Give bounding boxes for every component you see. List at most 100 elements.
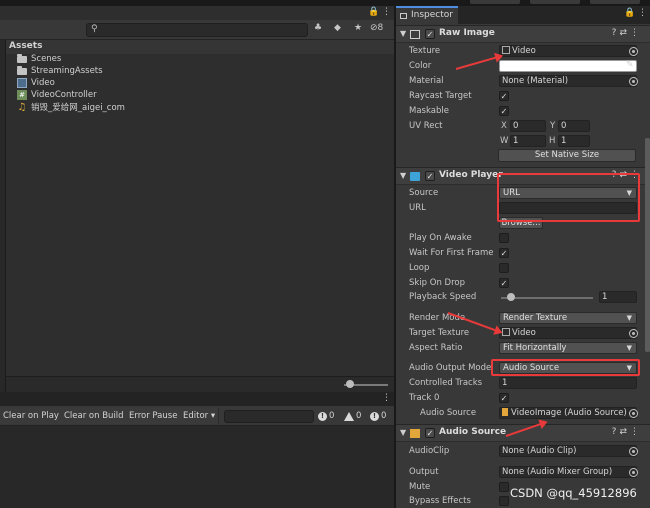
audio-source-enabled-checkbox[interactable]: ✓ [425,428,435,438]
uv-y-label: Y [550,121,556,131]
object-picker-icon[interactable] [629,468,638,477]
object-picker-icon[interactable] [629,77,638,86]
play-on-awake-checkbox[interactable] [499,233,509,243]
project-toolbar: ⚲ ♣ ◆ ★ ⊘8 [0,20,394,40]
render-mode-dropdown[interactable]: Render Texture ▼ [499,312,637,324]
raw-image-enabled-checkbox[interactable]: ✓ [425,29,435,39]
target-texture-field[interactable]: Video [499,327,637,339]
error-pause-button[interactable]: Error Pause [126,408,182,424]
asset-item-audio[interactable]: ♫ 销毁_爱给网_aigei_com [17,101,125,114]
chevron-down-icon: ▼ [626,344,632,352]
folder-icon [17,65,27,75]
output-field[interactable]: None (Audio Mixer Group) [499,466,637,478]
target-texture-value: Video [512,328,536,338]
more-menu-icon[interactable]: ⋮ [382,7,391,17]
wait-first-frame-label: Wait For First Frame [409,248,494,258]
hidden-packages-icon[interactable]: ⊘8 [370,23,383,33]
url-label: URL [409,203,426,213]
foldout-arrow-icon[interactable]: ▼ [400,171,406,180]
audio-source-ref-field[interactable]: VideoImage (Audio Source) [499,407,637,419]
more-menu-icon[interactable]: ⋮ [638,8,647,18]
controlled-tracks-field[interactable]: 1 [499,377,637,389]
color-field[interactable] [499,60,637,72]
playback-speed-field[interactable]: 1 [599,291,637,303]
inspector-scrollbar[interactable] [645,138,650,352]
asset-label: Video [31,78,55,88]
asset-item-video[interactable]: Video [17,77,55,89]
track0-checkbox[interactable]: ✓ [499,393,509,403]
icon-size-slider-handle[interactable] [346,380,354,388]
component-header-icons[interactable]: ?⇄⋮ [612,427,642,437]
raw-image-component-header[interactable]: ▼ ✓ Raw Image ?⇄⋮ [396,25,650,43]
wait-first-frame-checkbox[interactable]: ✓ [499,248,509,258]
render-mode-value: Render Texture [503,313,568,323]
toolbar-button[interactable] [530,0,580,4]
asset-label: StreamingAssets [31,66,103,76]
console-search-input[interactable] [224,410,314,423]
component-title: Audio Source [439,427,507,437]
hidden-count: 8 [377,23,384,33]
object-picker-icon[interactable] [629,47,638,56]
console-log-area[interactable] [0,426,394,508]
object-picker-icon[interactable] [629,447,638,456]
mute-checkbox[interactable] [499,482,509,492]
material-field[interactable]: None (Material) [499,75,637,87]
toolbar-button[interactable] [470,0,520,4]
uv-y-field[interactable]: 0 [558,120,590,132]
uv-h-field[interactable]: 1 [558,135,590,147]
component-title: Video Player [439,170,503,180]
maskable-checkbox[interactable]: ✓ [499,106,509,116]
aspect-ratio-label: Aspect Ratio [409,343,463,353]
clear-on-play-button[interactable]: Clear on Play [0,408,63,424]
loop-checkbox[interactable] [499,263,509,273]
more-menu-icon[interactable]: ⋮ [382,393,391,403]
chevron-down-icon: ▼ [626,314,632,322]
warning-count-toggle[interactable]: 0 [344,409,361,423]
lock-icon[interactable]: 🔒 [368,7,379,17]
component-header-icons[interactable]: ?⇄⋮ [612,28,642,38]
audio-clip-icon: ♫ [17,101,27,113]
asset-item-streamingassets[interactable]: StreamingAssets [17,65,103,77]
audio-source-icon [502,408,508,416]
asset-item-videocontroller[interactable]: # VideoController [17,89,97,101]
bypass-effects-checkbox[interactable] [499,496,509,506]
aspect-ratio-dropdown[interactable]: Fit Horizontally ▼ [499,342,637,354]
eyedropper-icon[interactable]: ✎ [626,60,634,70]
texture-icon [502,46,510,54]
project-search-input[interactable]: ⚲ [86,23,308,37]
lock-icon[interactable]: 🔒 [624,8,635,18]
foldout-arrow-icon[interactable]: ▼ [400,428,406,437]
target-texture-label: Target Texture [409,328,470,338]
play-on-awake-label: Play On Awake [409,233,472,243]
uv-x-field[interactable]: 0 [510,120,546,132]
texture-value: Video [512,46,536,56]
playback-speed-slider-handle[interactable] [507,293,515,301]
audioclip-label: AudioClip [409,446,450,456]
clear-on-build-button[interactable]: Clear on Build [61,408,128,424]
object-picker-icon[interactable] [629,329,638,338]
editor-dropdown[interactable]: Editor ▾ [180,408,220,424]
skip-on-drop-label: Skip On Drop [409,278,466,288]
set-native-size-button[interactable]: Set Native Size [498,149,636,162]
assets-title: Assets [9,41,43,51]
favorites-star-icon[interactable]: ★ [354,23,362,33]
foldout-arrow-icon[interactable]: ▼ [400,29,406,38]
warning-icon [344,411,354,421]
error-count-toggle[interactable]: ! 0 [370,409,386,423]
uv-w-field[interactable]: 1 [510,135,546,147]
asset-item-scenes[interactable]: Scenes [17,53,61,65]
toolbar-button[interactable] [590,0,640,4]
log-count-toggle[interactable]: ! 0 [318,409,334,423]
error-count: 0 [381,411,387,421]
filter-by-label-icon[interactable]: ◆ [334,23,341,33]
material-label: Material [409,76,444,86]
texture-field[interactable]: Video [499,45,637,57]
filter-by-type-icon[interactable]: ♣ [314,23,322,33]
object-picker-icon[interactable] [629,409,638,418]
raycast-target-checkbox[interactable]: ✓ [499,91,509,101]
video-player-enabled-checkbox[interactable]: ✓ [425,171,435,181]
tab-inspector[interactable]: Inspector [396,6,458,24]
skip-on-drop-checkbox[interactable]: ✓ [499,278,509,288]
audioclip-field[interactable]: None (Audio Clip) [499,445,637,457]
audio-source-component-header[interactable]: ▼ ✓ Audio Source ?⇄⋮ [396,424,650,442]
